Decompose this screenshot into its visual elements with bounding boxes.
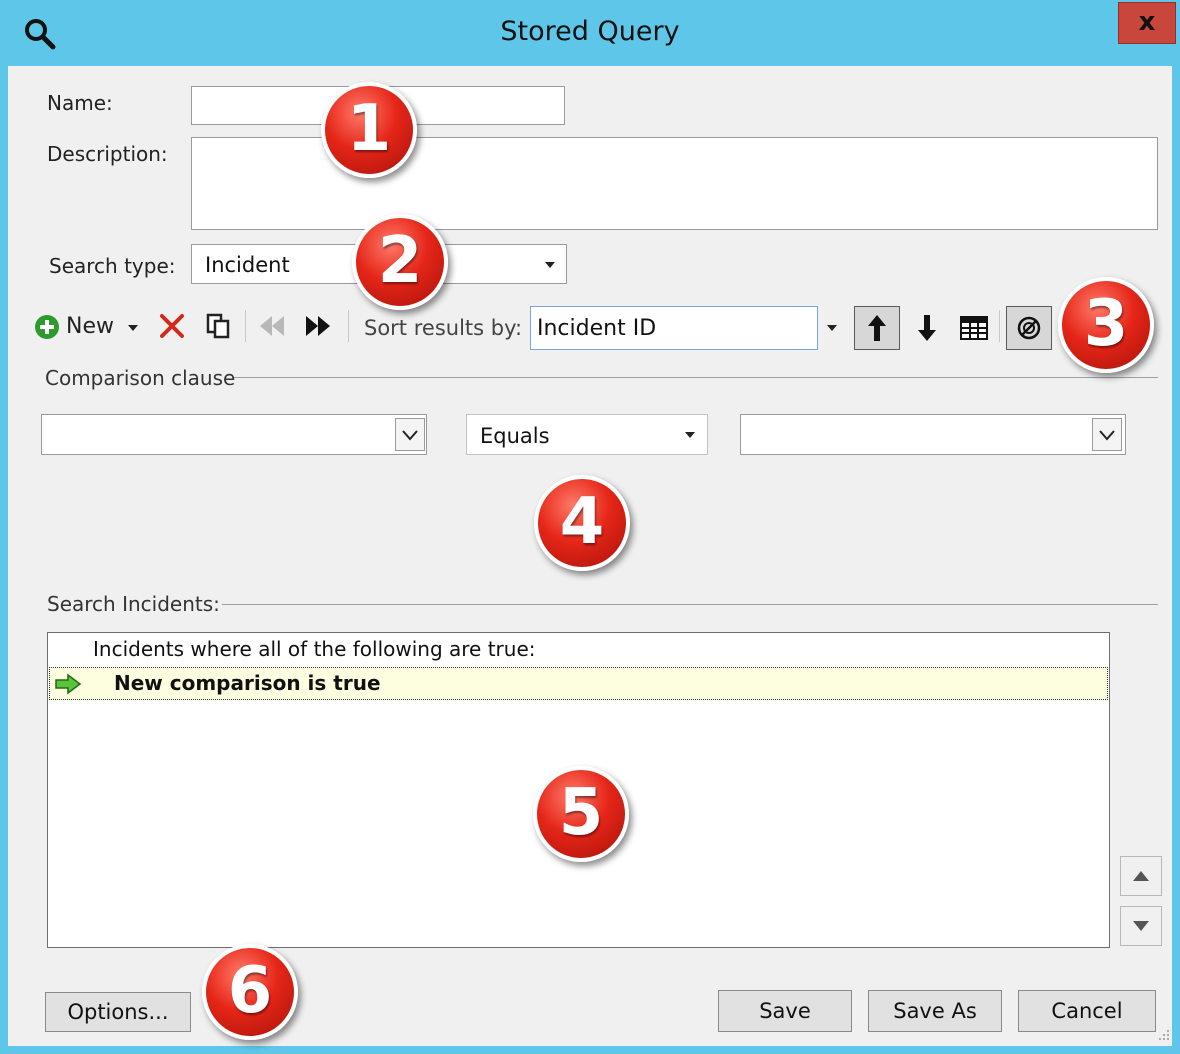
criteria-row[interactable]: New comparison is true: [49, 667, 1108, 700]
cancel-button[interactable]: Cancel: [1018, 990, 1156, 1032]
delete-icon[interactable]: [158, 312, 186, 340]
section-divider: [222, 604, 1158, 605]
next-icon[interactable]: [302, 312, 334, 340]
callout-badge-3: 3: [1058, 277, 1154, 373]
search-type-value: Incident: [205, 253, 290, 277]
callout-badge-4: 4: [534, 475, 630, 571]
triangle-up-icon: [1133, 871, 1149, 881]
toolbar-separator: [999, 310, 1000, 342]
close-button[interactable]: x: [1118, 2, 1176, 44]
window-title: Stored Query: [500, 16, 680, 47]
toolbar-separator: [245, 310, 246, 342]
save-as-button[interactable]: Save As: [868, 990, 1002, 1032]
callout-badge-1: 1: [321, 82, 417, 178]
sort-descending-button[interactable]: [908, 306, 946, 350]
chevron-down-icon: [545, 262, 555, 268]
sort-chevron-down-icon[interactable]: [827, 325, 837, 331]
chevron-down-icon: [685, 432, 695, 438]
options-button[interactable]: Options...: [45, 992, 191, 1032]
chevron-down-icon: [395, 418, 425, 451]
add-icon[interactable]: [34, 314, 60, 340]
title-bar[interactable]: Stored Query x: [0, 0, 1180, 66]
sort-ascending-button[interactable]: [854, 306, 900, 350]
name-label: Name:: [47, 91, 113, 115]
move-down-button[interactable]: [1120, 906, 1162, 946]
triangle-down-icon: [1133, 921, 1149, 931]
move-up-button[interactable]: [1120, 856, 1162, 896]
criteria-header: Incidents where all of the following are…: [93, 637, 536, 661]
copy-icon[interactable]: [204, 312, 232, 340]
callout-badge-2: 2: [352, 214, 448, 310]
callout-badge-5: 5: [533, 766, 629, 862]
criteria-row-text: New comparison is true: [114, 671, 381, 695]
section-divider: [234, 377, 1158, 378]
arrow-down-icon: [918, 315, 936, 341]
comparison-field-select[interactable]: [41, 414, 427, 455]
arrow-right-icon: [55, 673, 82, 695]
save-button[interactable]: Save: [718, 990, 852, 1032]
comparison-operator-select[interactable]: Equals: [466, 414, 708, 455]
new-dropdown-chevron-icon[interactable]: [128, 325, 138, 331]
chevron-down-icon: [1092, 418, 1122, 451]
description-label: Description:: [47, 142, 168, 166]
arrow-up-icon: [868, 315, 886, 341]
sort-results-label: Sort results by:: [364, 316, 523, 340]
search-incidents-label: Search Incidents:: [47, 592, 220, 616]
search-type-label: Search type:: [49, 254, 176, 278]
sort-by-value: Incident ID: [537, 316, 657, 341]
no-entry-icon: [1017, 316, 1041, 340]
operator-value: Equals: [480, 424, 550, 448]
grid-view-button[interactable]: [954, 308, 994, 348]
toolbar-separator: [348, 310, 349, 342]
clear-filter-button[interactable]: [1006, 306, 1052, 350]
stored-query-window: Stored Query x Name: Description: Search…: [0, 0, 1180, 1054]
new-button-label[interactable]: New: [66, 314, 114, 339]
previous-icon[interactable]: [256, 312, 288, 340]
comparison-clause-label: Comparison clause: [45, 366, 236, 390]
table-icon: [960, 316, 988, 340]
resize-grip-icon[interactable]: [1158, 1028, 1170, 1042]
callout-badge-6: 6: [202, 944, 298, 1040]
sort-by-select[interactable]: Incident ID: [530, 306, 818, 350]
comparison-value-select[interactable]: [740, 414, 1126, 455]
